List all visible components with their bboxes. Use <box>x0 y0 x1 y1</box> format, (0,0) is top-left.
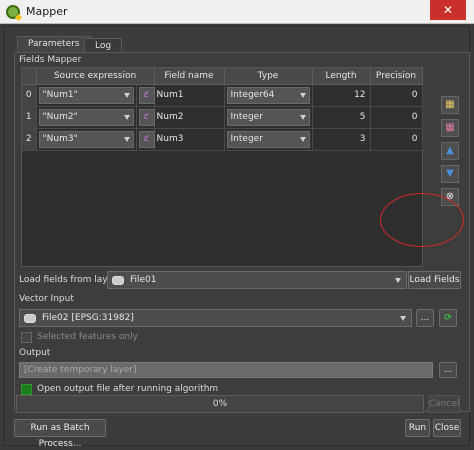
fields-mapper-label: Fields Mapper <box>19 55 82 65</box>
tab-log[interactable]: Log <box>84 38 123 52</box>
vector-input-value: File02 [EPSG:31982] <box>42 313 134 323</box>
open-output-label: Open output file after running algorithm <box>37 384 219 394</box>
source-expression-combo[interactable]: "Num2" <box>38 108 134 126</box>
source-expression-value: "Num2" <box>42 111 78 122</box>
expression-cell: ε <box>136 106 155 129</box>
iterate-icon[interactable]: ⟳ <box>439 309 457 327</box>
close-button[interactable]: Close <box>433 419 461 437</box>
field-name-cell[interactable]: Num2 <box>154 106 225 129</box>
mapper-dialog: Parameters Log Fields Mapper Source expr… <box>4 26 470 449</box>
run-batch-button[interactable]: Run as Batch Process... <box>14 419 106 449</box>
vector-input-label: Vector Input <box>19 294 74 304</box>
type-cell: Integer <box>224 106 313 129</box>
table-row[interactable]: 1 "Num2" ε Num2 Integer 5 0 <box>22 106 423 129</box>
row-number: 2 <box>22 128 37 151</box>
length-cell[interactable]: 5 <box>312 106 371 129</box>
column-header-precision[interactable]: Precision <box>370 68 423 85</box>
qgis-logo-icon <box>6 5 20 19</box>
source-expression-combo[interactable]: "Num1" <box>38 86 134 104</box>
move-up-button[interactable]: ▲ <box>441 142 459 160</box>
field-type-value: Integer <box>230 111 263 122</box>
header-corner <box>22 68 37 85</box>
selected-features-label: Selected features only <box>37 332 138 342</box>
chevron-down-icon <box>299 92 306 98</box>
close-window-button[interactable]: ✕ <box>430 0 466 20</box>
load-fields-layer-value: File01 <box>130 275 157 285</box>
length-cell[interactable]: 3 <box>312 128 371 151</box>
move-down-button[interactable]: ▼ <box>441 165 459 183</box>
precision-cell[interactable]: 0 <box>370 84 423 107</box>
output-browse-button[interactable]: ... <box>439 362 457 378</box>
field-type-value: Integer <box>230 133 263 144</box>
source-cell: "Num3" <box>36 128 137 151</box>
run-button[interactable]: Run <box>405 419 430 437</box>
row-number: 1 <box>22 106 37 129</box>
type-cell: Integer <box>224 128 313 151</box>
vector-input-combo[interactable]: File02 [EPSG:31982] <box>19 309 412 327</box>
precision-cell[interactable]: 0 <box>370 128 423 151</box>
title-bar: Mapper ✕ <box>0 0 474 24</box>
column-header-source[interactable]: Source expression <box>36 68 155 85</box>
field-name-cell[interactable]: Num1 <box>154 84 225 107</box>
table-row[interactable]: 0 "Num1" ε Num1 Integer64 12 0 <box>22 84 423 107</box>
expression-cell: ε <box>136 128 155 151</box>
field-type-combo[interactable]: Integer <box>226 108 310 126</box>
column-header-field-name[interactable]: Field name <box>154 68 225 85</box>
source-cell: "Num1" <box>36 84 137 107</box>
load-fields-label: Load fields from layer <box>19 275 117 285</box>
vector-input-browse-button[interactable]: ... <box>416 309 434 327</box>
tab-parameters[interactable]: Parameters <box>17 36 91 52</box>
chevron-down-icon <box>123 114 130 120</box>
source-expression-value: "Num3" <box>42 133 78 144</box>
output-field[interactable]: [Create temporary layer] <box>19 362 433 378</box>
parameters-panel: Fields Mapper Source expression Field na… <box>14 52 470 412</box>
expression-builder-icon[interactable]: ε <box>138 108 155 126</box>
field-type-value: Integer64 <box>230 89 275 100</box>
source-expression-combo[interactable]: "Num3" <box>38 130 134 148</box>
row-number: 0 <box>22 84 37 107</box>
expression-cell: ε <box>136 84 155 107</box>
expression-builder-icon[interactable]: ε <box>138 130 155 148</box>
table-row[interactable]: 2 "Num3" ε Num3 Integer 3 0 <box>22 128 423 151</box>
add-field-button[interactable]: ▦ <box>441 96 459 114</box>
progress-bar: 0% <box>16 395 424 413</box>
delete-field-button[interactable]: ▦ <box>441 119 459 137</box>
load-fields-button[interactable]: Load Fields <box>408 271 461 289</box>
fields-mapper-table: Source expression Field name Type Length… <box>21 67 423 267</box>
reset-fields-button[interactable]: ⊗ <box>441 188 459 206</box>
precision-cell[interactable]: 0 <box>370 106 423 129</box>
column-header-type[interactable]: Type <box>224 68 313 85</box>
source-expression-value: "Num1" <box>42 89 78 100</box>
field-type-combo[interactable]: Integer <box>226 130 310 148</box>
source-cell: "Num2" <box>36 106 137 129</box>
layer-icon <box>112 276 124 285</box>
chevron-down-icon <box>395 278 401 283</box>
chevron-down-icon <box>123 136 130 142</box>
chevron-down-icon <box>299 114 306 120</box>
load-fields-layer-combo[interactable]: File01 <box>107 271 407 289</box>
output-label: Output <box>19 348 51 358</box>
type-cell: Integer64 <box>224 84 313 107</box>
expression-builder-icon[interactable]: ε <box>138 86 155 104</box>
column-header-length[interactable]: Length <box>312 68 371 85</box>
chevron-down-icon <box>123 92 130 98</box>
field-type-combo[interactable]: Integer64 <box>226 86 310 104</box>
chevron-down-icon <box>299 136 306 142</box>
layer-icon <box>24 314 36 323</box>
window-title: Mapper <box>26 5 68 18</box>
table-header-row: Source expression Field name Type Length… <box>22 68 423 85</box>
length-cell[interactable]: 12 <box>312 84 371 107</box>
cancel-button[interactable]: Cancel <box>428 395 460 413</box>
field-name-cell[interactable]: Num3 <box>154 128 225 151</box>
chevron-down-icon <box>400 316 406 321</box>
selected-features-checkbox[interactable] <box>21 332 32 343</box>
open-output-checkbox[interactable] <box>21 384 32 395</box>
